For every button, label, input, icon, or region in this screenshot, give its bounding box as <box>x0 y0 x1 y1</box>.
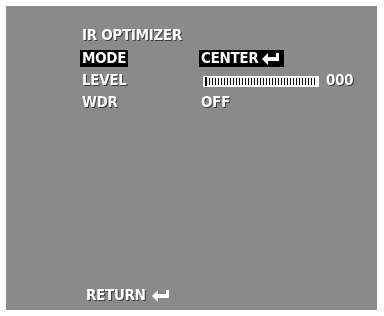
level-slider-track <box>209 78 317 85</box>
enter-arrow-icon <box>262 52 280 65</box>
enter-arrow-icon <box>151 289 170 302</box>
wdr-label[interactable]: WDR <box>82 94 118 111</box>
mode-value-text: CENTER <box>201 49 259 67</box>
level-slider-thumb[interactable] <box>205 77 207 86</box>
menu-title: IR OPTIMIZER <box>82 26 182 44</box>
level-value: 000 <box>326 71 354 89</box>
return-label: RETURN <box>86 286 146 304</box>
level-label[interactable]: LEVEL <box>82 72 127 89</box>
return-button[interactable]: RETURN <box>86 287 170 304</box>
mode-value[interactable]: CENTER <box>199 49 285 67</box>
mode-label[interactable]: MODE <box>80 50 129 67</box>
level-slider[interactable] <box>203 76 319 87</box>
wdr-value[interactable]: OFF <box>201 94 230 111</box>
osd-screen: IR OPTIMIZER MODE CENTER LEVEL 000 WDR O… <box>6 6 377 310</box>
